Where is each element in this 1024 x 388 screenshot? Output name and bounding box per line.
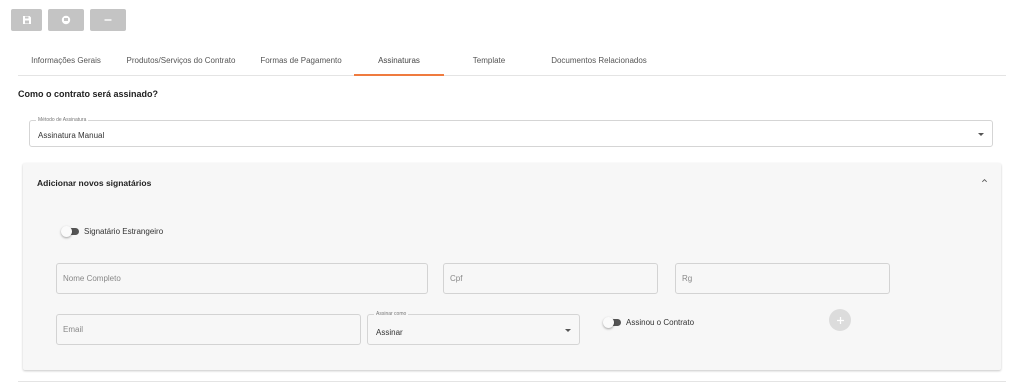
toggle-track xyxy=(61,226,79,237)
cpf-field[interactable] xyxy=(443,263,658,294)
toggle-knob xyxy=(61,226,72,237)
sign-as-value: Assinar xyxy=(376,328,403,337)
chevron-up-icon[interactable] xyxy=(981,177,988,184)
tab-assinaturas[interactable]: Assinaturas xyxy=(354,52,444,76)
email-input[interactable] xyxy=(57,315,360,344)
signature-method-select[interactable]: Método de Assinatura Assinatura Manual xyxy=(29,117,993,147)
dropdown-caret-icon xyxy=(565,329,571,332)
full-name-input[interactable] xyxy=(57,264,427,293)
tab-formas-pagamento[interactable]: Formas de Pagamento xyxy=(248,52,354,76)
toggle-track xyxy=(603,317,621,328)
rg-field[interactable] xyxy=(675,263,890,294)
foreign-signatory-toggle[interactable]: Signatário Estrangeiro xyxy=(61,226,164,237)
tab-informacoes-gerais[interactable]: Informações Gerais xyxy=(18,52,114,76)
tab-template[interactable]: Template xyxy=(444,52,534,76)
signature-method-value: Assinatura Manual xyxy=(38,131,105,140)
remove-button[interactable] xyxy=(90,9,126,31)
divider xyxy=(18,381,1006,382)
email-field[interactable] xyxy=(56,314,361,345)
toolbar xyxy=(11,9,126,31)
sign-as-select[interactable]: Assinar como Assinar xyxy=(367,311,580,345)
signed-contract-toggle[interactable]: Assinou o Contrato xyxy=(603,317,695,328)
minus-icon xyxy=(104,19,112,21)
print-icon xyxy=(61,15,71,25)
cpf-input[interactable] xyxy=(444,264,657,293)
add-signatory-button[interactable] xyxy=(829,309,851,331)
full-name-field[interactable] xyxy=(56,263,428,294)
add-signatories-panel: Adicionar novos signatários Signatário E… xyxy=(23,163,1001,370)
panel-title: Adicionar novos signatários xyxy=(37,178,152,188)
dropdown-caret-icon xyxy=(978,133,984,136)
tab-produtos-servicos[interactable]: Produtos/Serviços do Contrato xyxy=(114,52,248,76)
sign-as-legend: Assinar como xyxy=(374,311,409,318)
plus-icon xyxy=(836,316,844,324)
section-question: Como o contrato será assinado? xyxy=(18,89,159,99)
save-icon xyxy=(22,16,31,24)
rg-input[interactable] xyxy=(676,264,889,293)
signature-method-legend: Método de Assinatura xyxy=(36,117,89,124)
tab-bar: Informações Gerais Produtos/Serviços do … xyxy=(18,52,1006,76)
save-button[interactable] xyxy=(11,9,42,31)
print-button[interactable] xyxy=(48,9,84,31)
signed-contract-label: Assinou o Contrato xyxy=(626,318,695,327)
tab-documentos-relacionados[interactable]: Documentos Relacionados xyxy=(534,52,664,76)
foreign-signatory-label: Signatário Estrangeiro xyxy=(84,227,164,236)
toggle-knob xyxy=(603,317,614,328)
